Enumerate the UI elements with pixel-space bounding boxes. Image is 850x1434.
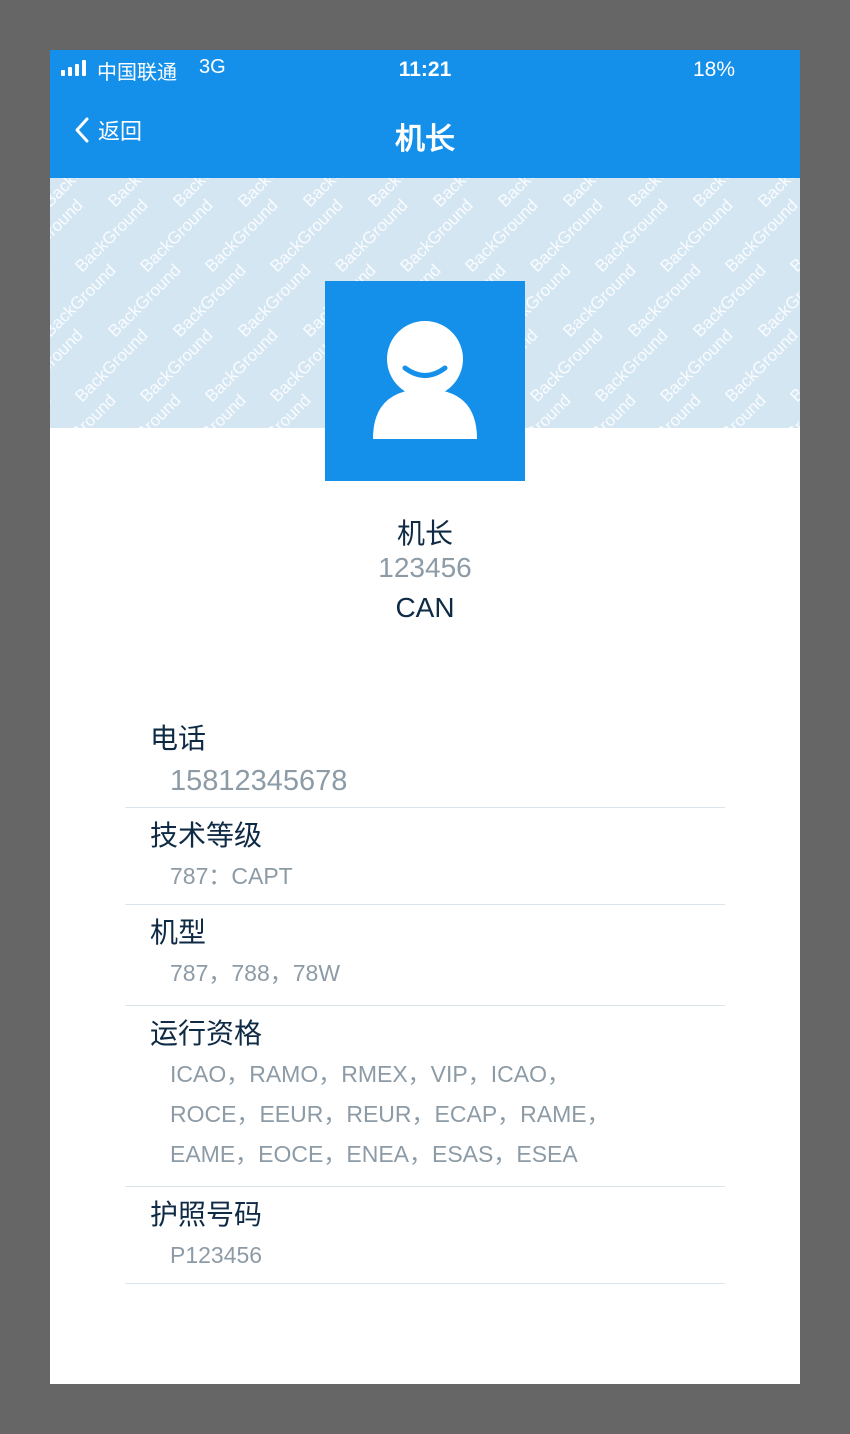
user-avatar-icon [373,321,477,439]
tech-level-value: 787：CAPT [170,863,293,889]
header: 中国联通 3G 11:21 18% 返回 机长 [50,50,800,178]
phone-value: 15812345678 [170,765,348,797]
profile-id: 123456 [378,552,472,583]
passport-label: 护照号码 [150,1199,263,1230]
battery-level: 18% [693,58,736,81]
qualifications-label: 运行资格 [150,1018,263,1049]
info-item-tech-level: 技术等级 787：CAPT [125,808,725,905]
nav-bar: 返回 机长 [50,100,800,166]
status-bar: 中国联通 3G 11:21 18% [50,50,800,90]
info-item-phone[interactable]: 电话 15812345678 [125,709,725,808]
phone-label: 电话 [150,723,207,754]
phone-screen: 中国联通 3G 11:21 18% 返回 机长 BackGround BackGr… [50,50,800,1384]
qualifications-line: ICAO，RAMO，RMEX，VIP，ICAO， [170,1061,570,1087]
page-title: 机长 [395,123,455,156]
info-list: 电话 15812345678 技术等级 787：CAPT 机型 787，788，… [125,709,725,1284]
info-item-aircraft-type: 机型 787，788，78W [125,905,725,1006]
aircraft-type-label: 机型 [150,917,207,948]
info-item-passport: 护照号码 P123456 [125,1187,725,1284]
aircraft-type-value: 787，788，78W [170,960,341,986]
banner-watermark: BackGround [50,391,55,428]
tech-level-label: 技术等级 [150,820,263,851]
qualifications-line: ROCE，EEUR，REUR，ECAP，RAME， [170,1101,610,1127]
status-time: 11:21 [398,58,452,81]
profile-name: 机长 [396,518,453,549]
avatar [325,281,525,481]
profile-base: CAN [395,592,455,623]
qualifications-line: EAME，EOCE，ENEA，ESAS，ESEA [170,1141,578,1167]
passport-value: P123456 [170,1242,263,1268]
info-item-qualifications: 运行资格 ICAO，RAMO，RMEX，VIP，ICAO， ROCE，EEUR，… [125,1006,725,1187]
